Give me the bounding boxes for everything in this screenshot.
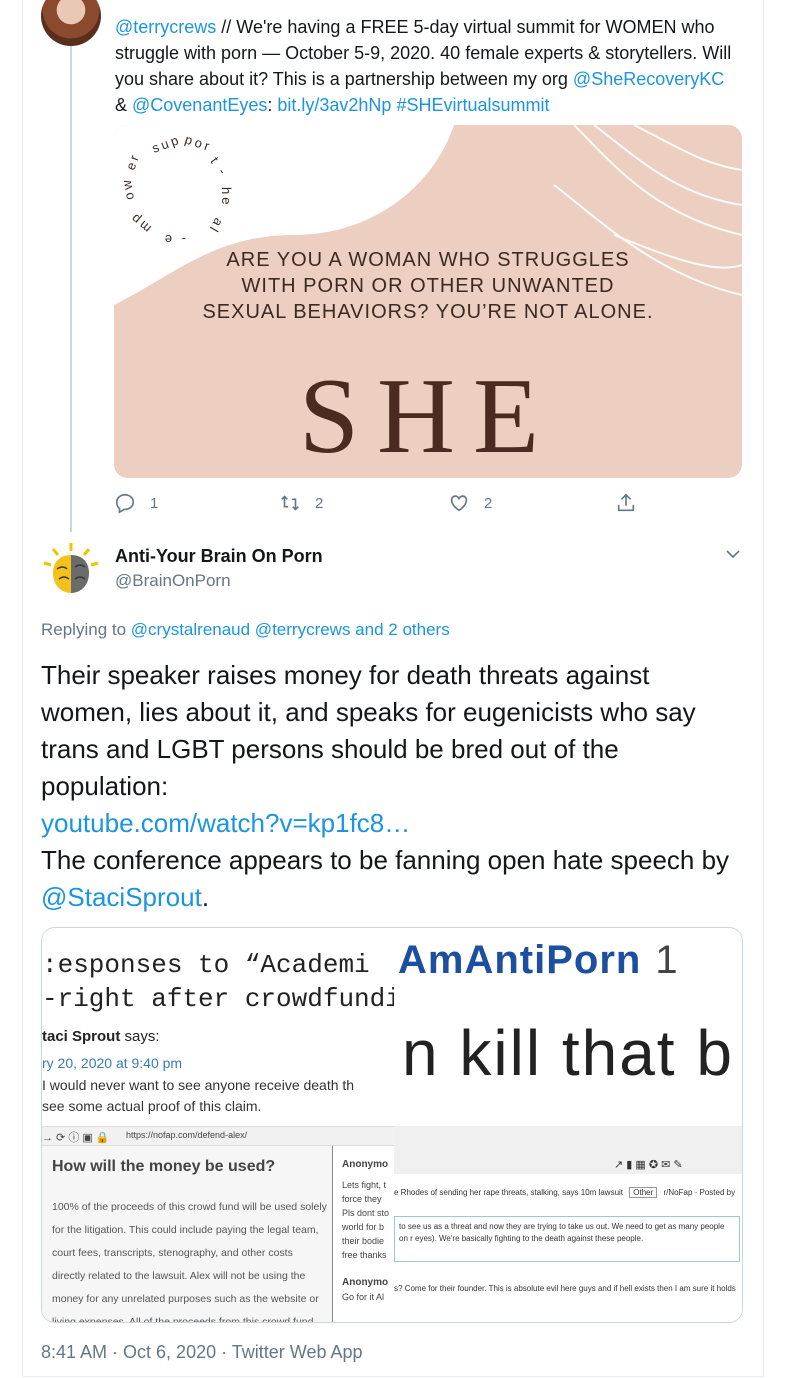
chevron-down-icon[interactable] bbox=[723, 544, 743, 564]
share-button[interactable] bbox=[615, 492, 637, 514]
comment-date: ry 20, 2020 at 9:40 pm bbox=[42, 1055, 183, 1071]
reply-count: 1 bbox=[150, 494, 159, 512]
user-handle[interactable]: @BrainOnPorn bbox=[115, 571, 231, 591]
screenshot-heading: -right after crowdfunding bbox=[42, 984, 394, 1014]
thread-line bbox=[70, 46, 72, 532]
card-headline: ARE YOU A WOMAN WHO STRUGGLES WITH PORN … bbox=[114, 247, 742, 325]
like-count: 2 bbox=[484, 494, 493, 512]
screenshot-title: AmAntiPorn 1 bbox=[398, 938, 679, 983]
comment-line: I would never want to see anyone receive… bbox=[42, 1077, 355, 1093]
author-name: taci Sprout bbox=[42, 1028, 121, 1045]
quote-text: to see us as a threat and now they are t… bbox=[399, 1222, 725, 1243]
tweet-body-2: The conference appears to be fanning ope… bbox=[41, 842, 731, 916]
headline-line: SEXUAL BEHAVIORS? YOU’RE NOT ALONE. bbox=[202, 301, 654, 323]
title-number: 1 bbox=[655, 938, 679, 982]
nav-icons: → ⟳ ⓘ ▣ 🔒 bbox=[42, 1132, 110, 1144]
period: . bbox=[201, 882, 210, 912]
brain-avatar[interactable] bbox=[41, 541, 101, 601]
panel-body: 100% of the proceeds of this crowd fund … bbox=[52, 1201, 327, 1322]
like-button[interactable]: 2 bbox=[448, 492, 492, 514]
card-big-title: SHE bbox=[298, 357, 558, 476]
says-label: says: bbox=[120, 1028, 160, 1045]
replying-prefix: Replying to bbox=[41, 620, 131, 639]
post-snippet: e Rhodes of sending her rape threats, st… bbox=[394, 1188, 624, 1197]
anon-text: Go for it Al bbox=[342, 1292, 385, 1302]
tweet-body: & bbox=[115, 95, 133, 115]
fund-panel: How will the money be used? 100% of the … bbox=[42, 1146, 333, 1322]
url-link[interactable]: bit.ly/3av2hNp bbox=[277, 95, 391, 115]
tweet-body: : bbox=[267, 95, 278, 115]
reddit-post-meta: e Rhodes of sending her rape threats, st… bbox=[394, 1186, 742, 1199]
media-image-right[interactable]: AmAntiPorn 1 n kill that b ↗ ▮ ▦ ✪ ✉ ✎ e … bbox=[394, 928, 742, 1322]
anon-label: Anonymo bbox=[342, 1159, 389, 1170]
share-icon bbox=[617, 493, 635, 512]
retweet-count: 2 bbox=[315, 494, 324, 512]
anon-text: Lets fight, t force they Pls dont sto wo… bbox=[342, 1180, 390, 1260]
subreddit-title: AmAntiPorn bbox=[398, 938, 642, 982]
reddit-header bbox=[394, 1126, 742, 1174]
tweet-body: Their speaker raises money for death thr… bbox=[41, 660, 696, 801]
tweet-text: Their speaker raises money for death thr… bbox=[41, 657, 731, 916]
mention-link[interactable]: @CovenantEyes bbox=[132, 95, 267, 115]
browser-url: https://nofap.com/defend-alex/ bbox=[126, 1130, 248, 1140]
tweet-timestamp[interactable]: 8:41 AM · Oct 6, 2020 · Twitter Web App bbox=[41, 1342, 363, 1363]
replying-to: Replying to @crystalrenaud @terrycrews a… bbox=[41, 620, 450, 640]
headline-line: WITH PORN OR OTHER UNWANTED bbox=[241, 275, 615, 297]
url-link[interactable]: youtube.com/watch?v=kp1fc8… bbox=[41, 805, 731, 842]
tweet-actions: 1 2 2 bbox=[114, 492, 654, 516]
comment-author: taci Sprout says: bbox=[42, 1028, 160, 1045]
hashtag-link[interactable]: #SHEvirtualsummit bbox=[391, 95, 549, 115]
image-card[interactable]: sup por t - he al - e mp ow er ARE YOU A… bbox=[114, 125, 742, 478]
mention-link[interactable]: @StaciSprout bbox=[41, 882, 202, 912]
browser-bar: → ⟳ ⓘ ▣ 🔒 https://nofap.com/defend-alex/ bbox=[42, 1126, 394, 1146]
comment-line: see some actual proof of this claim. bbox=[42, 1098, 262, 1114]
headline-line: ARE YOU A WOMAN WHO STRUGGLES bbox=[226, 249, 630, 271]
retweet-button[interactable]: 2 bbox=[279, 492, 323, 514]
retweet-icon bbox=[281, 495, 299, 511]
reddit-comment: s? Come for their founder. This is absol… bbox=[394, 1284, 736, 1293]
side-comments: Anonymo Lets fight, t force they Pls don… bbox=[342, 1146, 394, 1322]
media-grid[interactable]: :esponses to “Academi -right after crowd… bbox=[41, 927, 743, 1323]
tweet-body: The conference appears to be fanning ope… bbox=[41, 845, 730, 875]
display-name[interactable]: Anti-Your Brain On Porn bbox=[115, 546, 323, 567]
comment-text: I would never want to see anyone receive… bbox=[42, 1075, 394, 1117]
reply-button[interactable]: 1 bbox=[114, 492, 158, 514]
svg-text:he: he bbox=[219, 187, 234, 207]
mention-link[interactable]: @SheRecoveryKC bbox=[573, 69, 724, 89]
reddit-quote: to see us as a threat and now they are t… bbox=[394, 1216, 740, 1262]
media-image-left[interactable]: :esponses to “Academi -right after crowd… bbox=[42, 928, 394, 1322]
reddit-toolbar-icons: ↗ ▮ ▦ ✪ ✉ ✎ bbox=[614, 1159, 683, 1171]
reply-icon bbox=[115, 493, 135, 514]
screenshot-big-text: n kill that b bbox=[402, 1017, 734, 1089]
replying-links[interactable]: @crystalrenaud @terrycrews and 2 others bbox=[131, 620, 450, 639]
panel-title: How will the money be used? bbox=[52, 1158, 276, 1175]
post-source: r/NoFap · Posted by bbox=[663, 1188, 736, 1197]
post-tag: Other bbox=[629, 1187, 658, 1198]
svg-text:- e: - e bbox=[162, 232, 186, 247]
heart-icon bbox=[450, 495, 468, 512]
anon-label: Anonymo bbox=[342, 1277, 389, 1288]
mention-link[interactable]: @terrycrews bbox=[115, 17, 216, 37]
tweet-text: @terrycrews // We're having a FREE 5-day… bbox=[115, 14, 735, 118]
screenshot-heading: :esponses to “Academi bbox=[42, 950, 370, 980]
